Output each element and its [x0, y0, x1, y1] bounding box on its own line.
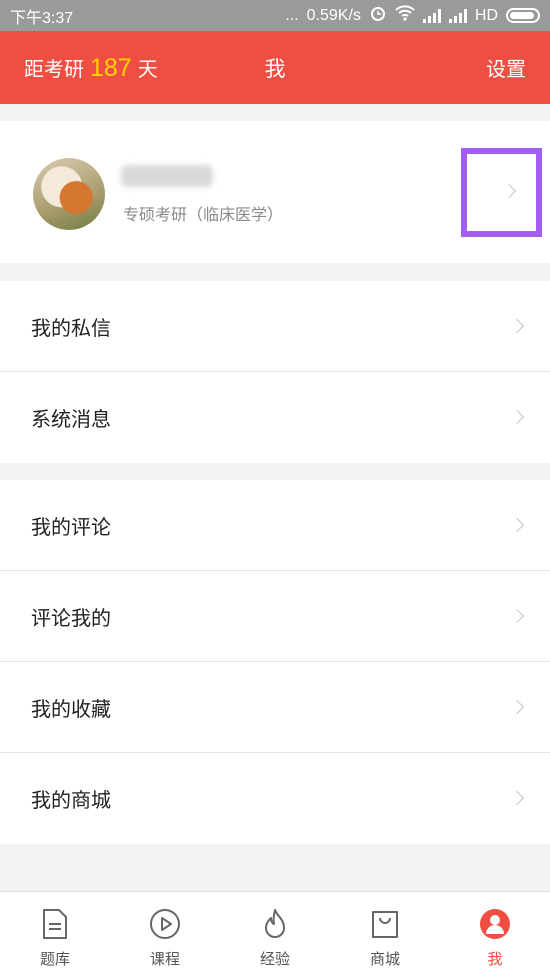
flame-icon: [265, 909, 285, 938]
menu-item-my-comments[interactable]: 我的评论: [0, 480, 550, 571]
more-dots: ...: [285, 6, 299, 24]
person-icon: [480, 909, 510, 939]
avatar[interactable]: [33, 158, 105, 230]
chevron-right-icon: [509, 790, 525, 806]
status-bar: 下午3:37 ... 0.59K/s HD: [0, 0, 550, 31]
hd-label: HD: [474, 6, 498, 24]
tab-question-bank[interactable]: 题库: [0, 892, 110, 977]
network-speed: 0.59K/s: [306, 6, 361, 24]
menu-group-activity: 我的评论 评论我的 我的收藏 我的商城: [0, 480, 550, 844]
chevron-right-icon: [509, 409, 525, 425]
menu-item-favorites[interactable]: 我的收藏: [0, 662, 550, 753]
menu-item-my-store[interactable]: 我的商城: [0, 753, 550, 844]
tab-label: 课程: [149, 950, 180, 968]
menu-item-private-messages[interactable]: 我的私信: [0, 281, 550, 372]
tab-label: 我: [487, 950, 503, 968]
chevron-right-icon: [509, 608, 525, 624]
profile-detail-button[interactable]: [461, 148, 542, 237]
shopping-bag-icon: [372, 911, 398, 938]
battery-icon: [506, 8, 540, 23]
play-circle-icon: [150, 909, 180, 939]
tab-experience[interactable]: 经验: [220, 892, 330, 977]
tab-label: 题库: [39, 950, 70, 968]
chevron-right-icon: [509, 699, 525, 715]
menu-item-label: 我的商城: [31, 788, 111, 812]
profile-card[interactable]: 专硕考研（临床医学）: [0, 121, 550, 263]
tab-label: 经验: [259, 950, 290, 968]
menu-item-label: 我的收藏: [31, 696, 111, 721]
profile-subtitle: 专硕考研（临床医学）: [123, 205, 284, 224]
signal-icon: [422, 8, 441, 23]
countdown-days: 187: [90, 53, 132, 82]
username-blurred: [121, 165, 213, 187]
tab-store[interactable]: 商城: [330, 892, 440, 977]
app-header: 距考研 187 天 我 设置: [0, 31, 550, 104]
tab-courses[interactable]: 课程: [110, 892, 220, 977]
status-indicators: ... 0.59K/s HD: [285, 4, 540, 27]
status-time: 下午3:37: [10, 9, 74, 27]
menu-item-label: 我的评论: [31, 514, 111, 539]
wifi-icon: [395, 5, 415, 26]
bottom-tab-bar: 题库 课程 经验 商城 我: [0, 891, 550, 977]
tab-me[interactable]: 我: [440, 892, 550, 977]
signal-icon-2: [448, 8, 467, 23]
chevron-right-icon: [501, 183, 517, 199]
tab-label: 商城: [369, 950, 400, 968]
document-icon: [43, 909, 67, 939]
alarm-icon: [369, 4, 387, 27]
menu-item-comments-on-me[interactable]: 评论我的: [0, 571, 550, 662]
menu-item-label: 系统消息: [31, 407, 111, 431]
countdown-suffix: 天: [137, 56, 158, 81]
exam-countdown: 距考研 187 天: [24, 53, 158, 83]
menu-item-label: 评论我的: [31, 605, 111, 630]
menu-group-messages: 我的私信 系统消息: [0, 281, 550, 463]
chevron-right-icon: [509, 318, 525, 334]
menu-item-label: 我的私信: [31, 315, 111, 340]
countdown-prefix: 距考研: [24, 56, 84, 81]
chevron-right-icon: [509, 517, 525, 533]
menu-item-system-messages[interactable]: 系统消息: [0, 372, 550, 463]
settings-button[interactable]: 设置: [486, 53, 526, 82]
